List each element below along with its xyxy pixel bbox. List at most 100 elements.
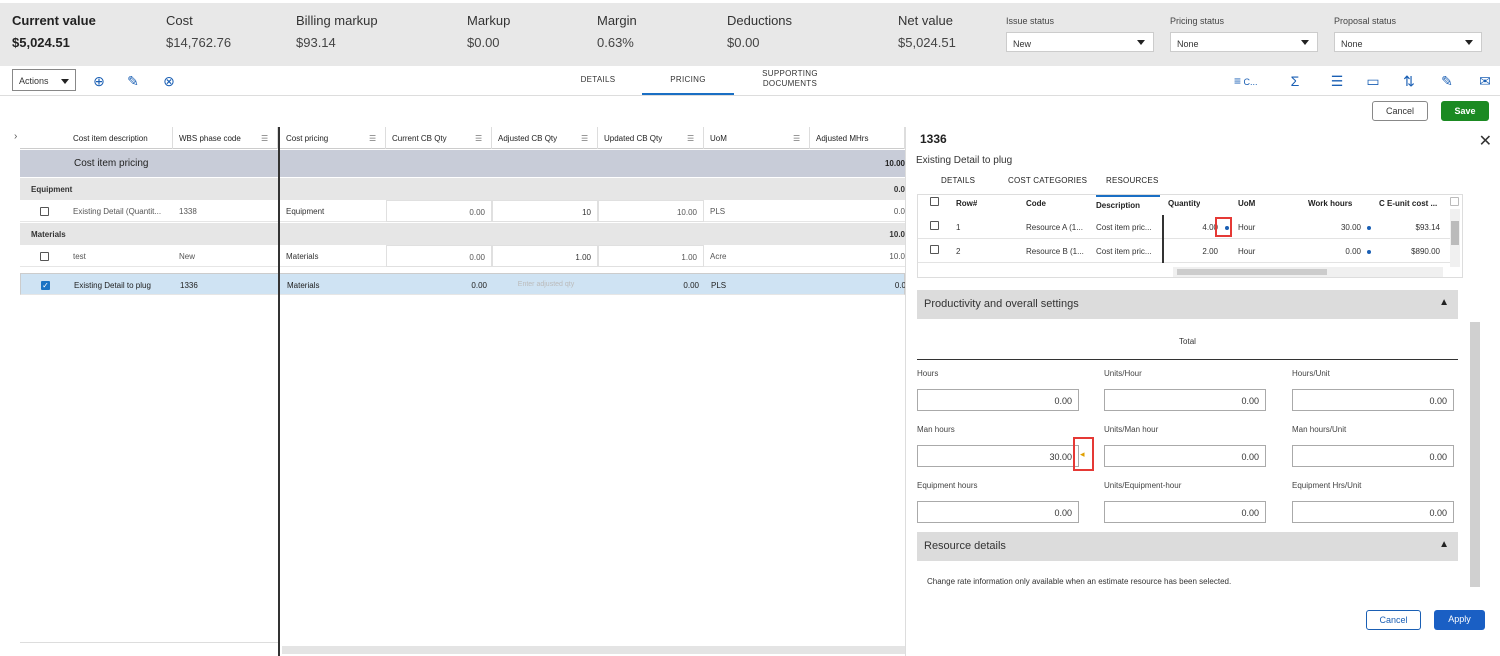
add-document-icon[interactable]: ▭ xyxy=(1364,72,1382,90)
filter-icon[interactable]: ☰ xyxy=(261,134,271,143)
panel-vertical-scrollbar[interactable] xyxy=(1470,322,1480,587)
adjusted-cb-qty-input[interactable]: 1.00 xyxy=(492,245,598,267)
resource-details-section-header[interactable]: Resource details ▲ xyxy=(917,532,1458,561)
panel-tab-resources[interactable]: RESOURCES xyxy=(1106,176,1158,185)
filter-icon[interactable]: ☰ xyxy=(581,134,591,143)
sort-icon[interactable]: ⇅ xyxy=(1400,72,1418,90)
cost-item-pricing-band: Cost item pricing 10.00 xyxy=(20,150,905,177)
adjusted-cb-qty-input[interactable]: 10 xyxy=(492,200,598,222)
tab-label: COST CATEGORIES xyxy=(1008,176,1088,185)
cell-description: Existing Detail to plug xyxy=(74,281,151,290)
expand-chevron-icon[interactable]: › xyxy=(14,131,17,142)
col-adjusted-mhrs[interactable]: Adjusted MHrs xyxy=(810,127,905,149)
col-uom[interactable]: UoM ☰ xyxy=(704,127,810,149)
productivity-section-header[interactable]: Productivity and overall settings ▲ xyxy=(917,290,1458,319)
column-chooser-checkbox[interactable] xyxy=(1450,197,1459,206)
row-checkbox-checked[interactable]: ✓ xyxy=(41,281,50,290)
menu-icon[interactable]: ☰ xyxy=(1328,72,1346,90)
pane-splitter[interactable] xyxy=(278,127,280,656)
cell-adjusted-mhrs: 0.0 xyxy=(893,207,905,216)
horizontal-scrollbar[interactable] xyxy=(282,646,905,654)
resource-row[interactable]: 2 Resource B (1... Cost item pric... 2.0… xyxy=(918,239,1450,263)
summary-current-value: Current value $5,024.51 xyxy=(12,13,96,50)
col-cost-item-description[interactable]: Cost item description xyxy=(67,127,173,149)
tab-details[interactable]: DETAILS xyxy=(572,66,624,95)
units-per-man-hour-input[interactable]: 0.00 xyxy=(1104,445,1266,467)
proposal-status-select[interactable]: None xyxy=(1334,32,1482,52)
remove-icon[interactable]: ⊗ xyxy=(161,73,177,89)
sum-icon[interactable]: Σ xyxy=(1286,72,1304,90)
hours-per-unit-input[interactable]: 0.00 xyxy=(1292,389,1454,411)
row-checkbox[interactable] xyxy=(40,252,49,261)
equipment-hrs-per-unit-input[interactable]: 0.00 xyxy=(1292,501,1454,523)
res-quantity[interactable]: 4.00 xyxy=(1168,223,1218,232)
cell-uom: Acre xyxy=(710,252,727,261)
res-quantity[interactable]: 2.00 xyxy=(1168,247,1218,256)
hours-input[interactable]: 0.00 xyxy=(917,389,1079,411)
work-hours-indicator-icon[interactable] xyxy=(1367,226,1371,230)
edit-icon[interactable]: ✎ xyxy=(125,73,141,89)
resources-vertical-scrollbar[interactable] xyxy=(1450,209,1460,267)
col-adjusted-cb-qty[interactable]: Adjusted CB Qty ☰ xyxy=(492,127,598,149)
table-row[interactable]: test New Materials 0.00 1.00 1.00 Acre 1… xyxy=(20,245,905,267)
summary-value: $93.14 xyxy=(296,35,336,50)
filter-icon[interactable]: ☰ xyxy=(793,134,803,143)
resources-horizontal-scrollbar[interactable] xyxy=(1173,267,1443,277)
man-hours-input[interactable]: 30.00 xyxy=(917,445,1079,467)
row-checkbox[interactable] xyxy=(930,221,939,230)
panel-tab-cost-categories[interactable]: COST CATEGORIES xyxy=(1008,176,1087,185)
divider xyxy=(917,359,1458,360)
header-label: Cost pricing xyxy=(286,134,329,143)
res-uom: Hour xyxy=(1238,223,1256,232)
equipment-hours-input[interactable]: 0.00 xyxy=(917,501,1079,523)
filter-icon[interactable]: ☰ xyxy=(369,134,379,143)
filter-button[interactable]: ≡ C... xyxy=(1234,72,1268,90)
summary-value: $14,762.76 xyxy=(166,35,232,50)
col-updated-cb-qty[interactable]: Updated CB Qty ☰ xyxy=(598,127,704,149)
work-hours-indicator-icon[interactable] xyxy=(1367,250,1371,254)
panel-tab-details[interactable]: DETAILS xyxy=(941,176,975,185)
filter-icon[interactable]: ☰ xyxy=(687,134,697,143)
summary-value: $0.00 xyxy=(727,35,760,50)
row-checkbox[interactable] xyxy=(40,207,49,216)
note-icon[interactable]: ✎ xyxy=(1438,72,1456,90)
cell-adjusted-mhrs: 0.0 xyxy=(894,281,906,290)
cancel-button[interactable]: Cancel xyxy=(1372,101,1428,121)
toolbar: Actions ⊕ ✎ ⊗ DETAILS PRICING SUPPORTING… xyxy=(0,66,1500,96)
resource-row[interactable]: 1 Resource A (1... Cost item pric... 4.0… xyxy=(918,215,1450,239)
add-icon[interactable]: ⊕ xyxy=(91,73,107,89)
comment-icon[interactable]: ✉ xyxy=(1476,72,1494,90)
table-row-selected[interactable]: ✓ Existing Detail to plug 1336 Materials… xyxy=(20,273,906,296)
summary-billing-markup: Billing markup $93.14 xyxy=(296,13,378,50)
cancel-label: Cancel xyxy=(1379,615,1408,625)
select-all-checkbox[interactable] xyxy=(930,197,939,206)
grid-header-left: Cost item description WBS phase code ☰ xyxy=(20,127,278,149)
close-icon[interactable]: ✕ xyxy=(1479,131,1492,151)
col-wbs-phase-code[interactable]: WBS phase code ☰ xyxy=(173,127,278,149)
group-mhrs: 10.0 xyxy=(889,230,905,239)
col-cost-pricing[interactable]: Cost pricing ☰ xyxy=(280,127,386,149)
tab-supporting-documents[interactable]: SUPPORTING DOCUMENTS xyxy=(752,66,828,95)
col-current-cb-qty[interactable]: Current CB Qty ☰ xyxy=(386,127,492,149)
issue-status-select[interactable]: New xyxy=(1006,32,1154,52)
man-hours-per-unit-input[interactable]: 0.00 xyxy=(1292,445,1454,467)
units-per-hour-input[interactable]: 0.00 xyxy=(1104,389,1266,411)
cell-current-cb-qty: 0.00 xyxy=(386,245,492,267)
chevron-up-icon[interactable]: ▲ xyxy=(1439,297,1449,308)
save-button[interactable]: Save xyxy=(1441,101,1489,121)
apply-button[interactable]: Apply xyxy=(1434,610,1485,630)
table-row[interactable]: Existing Detail (Quantit... 1338 Equipme… xyxy=(20,200,905,222)
filter-icon[interactable]: ☰ xyxy=(475,134,485,143)
tab-pricing[interactable]: PRICING xyxy=(642,66,734,95)
adjusted-cb-qty-input[interactable]: Enter adjusted qty xyxy=(493,274,599,296)
row-checkbox[interactable] xyxy=(930,245,939,254)
panel-cancel-button[interactable]: Cancel xyxy=(1366,610,1421,630)
proposal-status-value: None xyxy=(1341,39,1363,49)
chevron-up-icon[interactable]: ▲ xyxy=(1439,539,1449,550)
pricing-status-select[interactable]: None xyxy=(1170,32,1318,52)
header-label: Adjusted MHrs xyxy=(816,134,869,143)
units-per-equipment-hour-input[interactable]: 0.00 xyxy=(1104,501,1266,523)
res-col-uom: UoM xyxy=(1238,199,1256,208)
header-label: WBS phase code xyxy=(179,134,241,143)
actions-dropdown[interactable]: Actions xyxy=(12,69,76,91)
